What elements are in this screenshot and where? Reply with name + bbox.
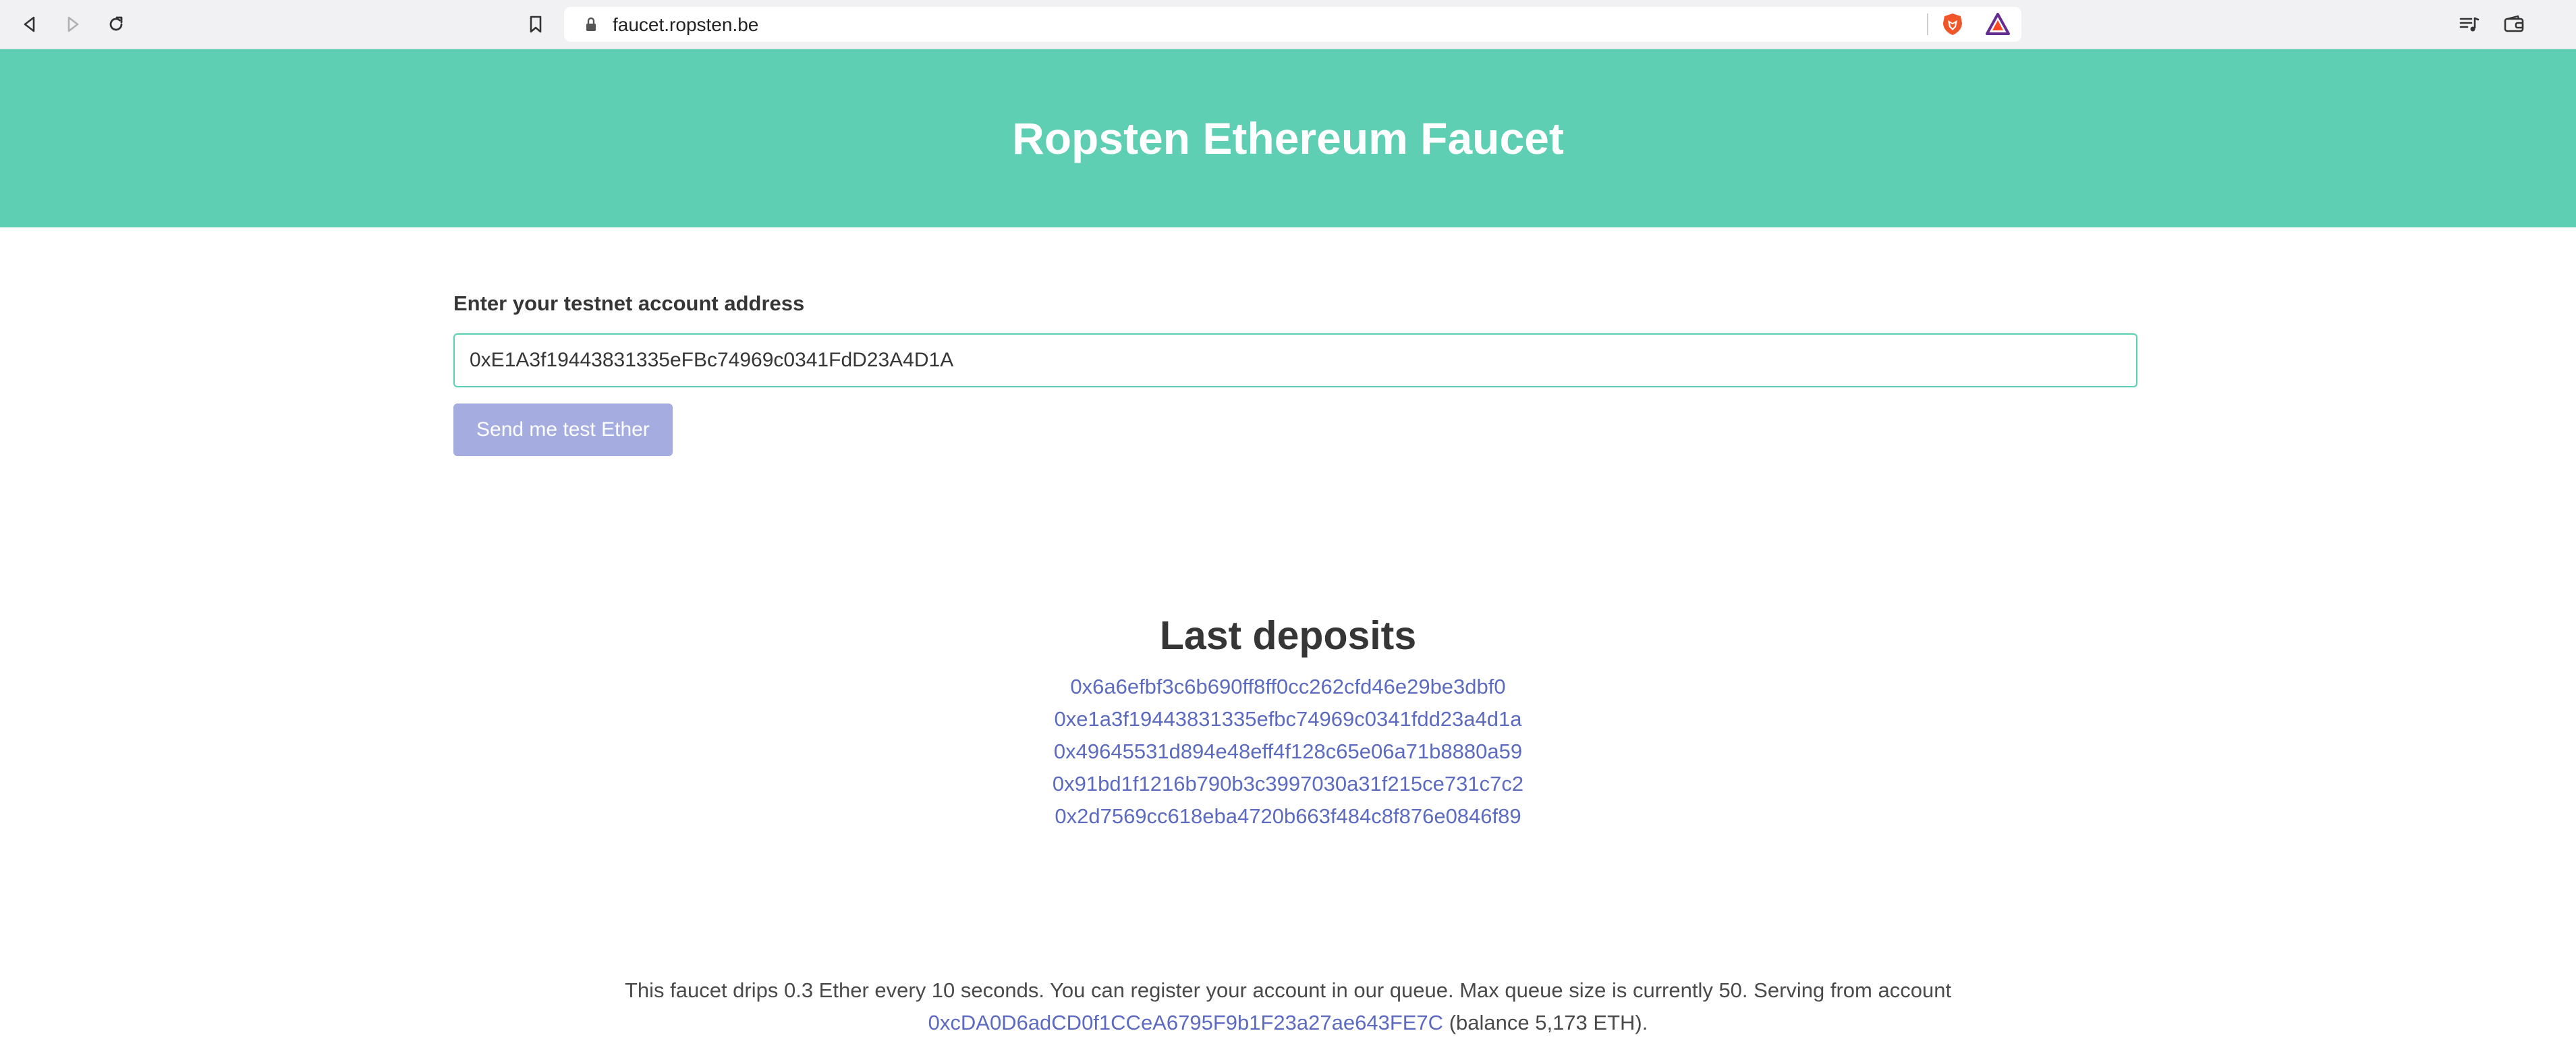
deposit-tx-link[interactable]: 0x49645531d894e48eff4f128c65e06a71b8880a…: [1054, 740, 1522, 763]
faucet-form: Enter your testnet account address Send …: [453, 291, 2137, 456]
list-item: 0x91bd1f1216b790b3c3997030a31f215ce731c7…: [0, 768, 2576, 800]
footer-account-line: 0xcDA0D6adCD0f1CCeA6795F9b1F23a27ae643FE…: [0, 1007, 2576, 1039]
page-title: Ropsten Ethereum Faucet: [1012, 113, 1564, 163]
deposit-tx-link[interactable]: 0xe1a3f19443831335efbc74969c0341fdd23a4d…: [1054, 707, 1521, 731]
playlist-icon[interactable]: [2456, 11, 2483, 38]
forward-arrow-icon[interactable]: [59, 11, 86, 38]
reload-icon[interactable]: [103, 11, 130, 38]
header-banner: Ropsten Ethereum Faucet: [0, 49, 2576, 227]
list-item: 0x49645531d894e48eff4f128c65e06a71b8880a…: [0, 735, 2576, 768]
deposit-tx-link[interactable]: 0x91bd1f1216b790b3c3997030a31f215ce731c7…: [1053, 772, 1523, 796]
send-ether-button[interactable]: Send me test Ether: [453, 403, 673, 456]
address-bar-divider: [1927, 13, 1928, 35]
footer-description: This faucet drips 0.3 Ether every 10 sec…: [624, 978, 1952, 1002]
list-item: 0x2d7569cc618eba4720b663f484c8f876e0846f…: [0, 800, 2576, 833]
lock-icon: [583, 16, 599, 32]
back-arrow-icon[interactable]: [16, 11, 43, 38]
deposit-tx-link[interactable]: 0x2d7569cc618eba4720b663f484c8f876e0846f…: [1055, 804, 1521, 828]
brave-shields-icon[interactable]: [1940, 12, 1965, 36]
deposits-title: Last deposits: [1159, 613, 1417, 658]
address-input[interactable]: [453, 333, 2137, 387]
address-bar[interactable]: faucet.ropsten.be: [564, 7, 2021, 42]
brave-rewards-icon[interactable]: [1985, 12, 2011, 36]
browser-toolbar: faucet.ropsten.be: [0, 0, 2576, 49]
page: faucet.ropsten.be Ropsten Ethereum Fauce…: [0, 0, 2576, 1058]
url-text[interactable]: faucet.ropsten.be: [613, 15, 758, 35]
list-item: 0x6a6efbf3c6b690ff8ff0cc262cfd46e29be3db…: [0, 671, 2576, 703]
last-deposits-section: Last deposits 0x6a6efbf3c6b690ff8ff0cc26…: [0, 613, 2576, 833]
deposit-tx-link[interactable]: 0x6a6efbf3c6b690ff8ff0cc262cfd46e29be3db…: [1070, 675, 1505, 698]
deposit-list: 0x6a6efbf3c6b690ff8ff0cc262cfd46e29be3db…: [0, 671, 2576, 833]
footer: This faucet drips 0.3 Ether every 10 sec…: [0, 974, 2576, 1039]
list-item: 0xe1a3f19443831335efbc74969c0341fdd23a4d…: [0, 703, 2576, 735]
serving-account-link[interactable]: 0xcDA0D6adCD0f1CCeA6795F9b1F23a27ae643FE…: [928, 1011, 1443, 1034]
account-balance: (balance 5,173 ETH).: [1449, 1011, 1648, 1034]
bookmark-icon[interactable]: [522, 11, 549, 38]
address-label: Enter your testnet account address: [453, 291, 805, 315]
wallet-icon[interactable]: [2500, 11, 2527, 38]
